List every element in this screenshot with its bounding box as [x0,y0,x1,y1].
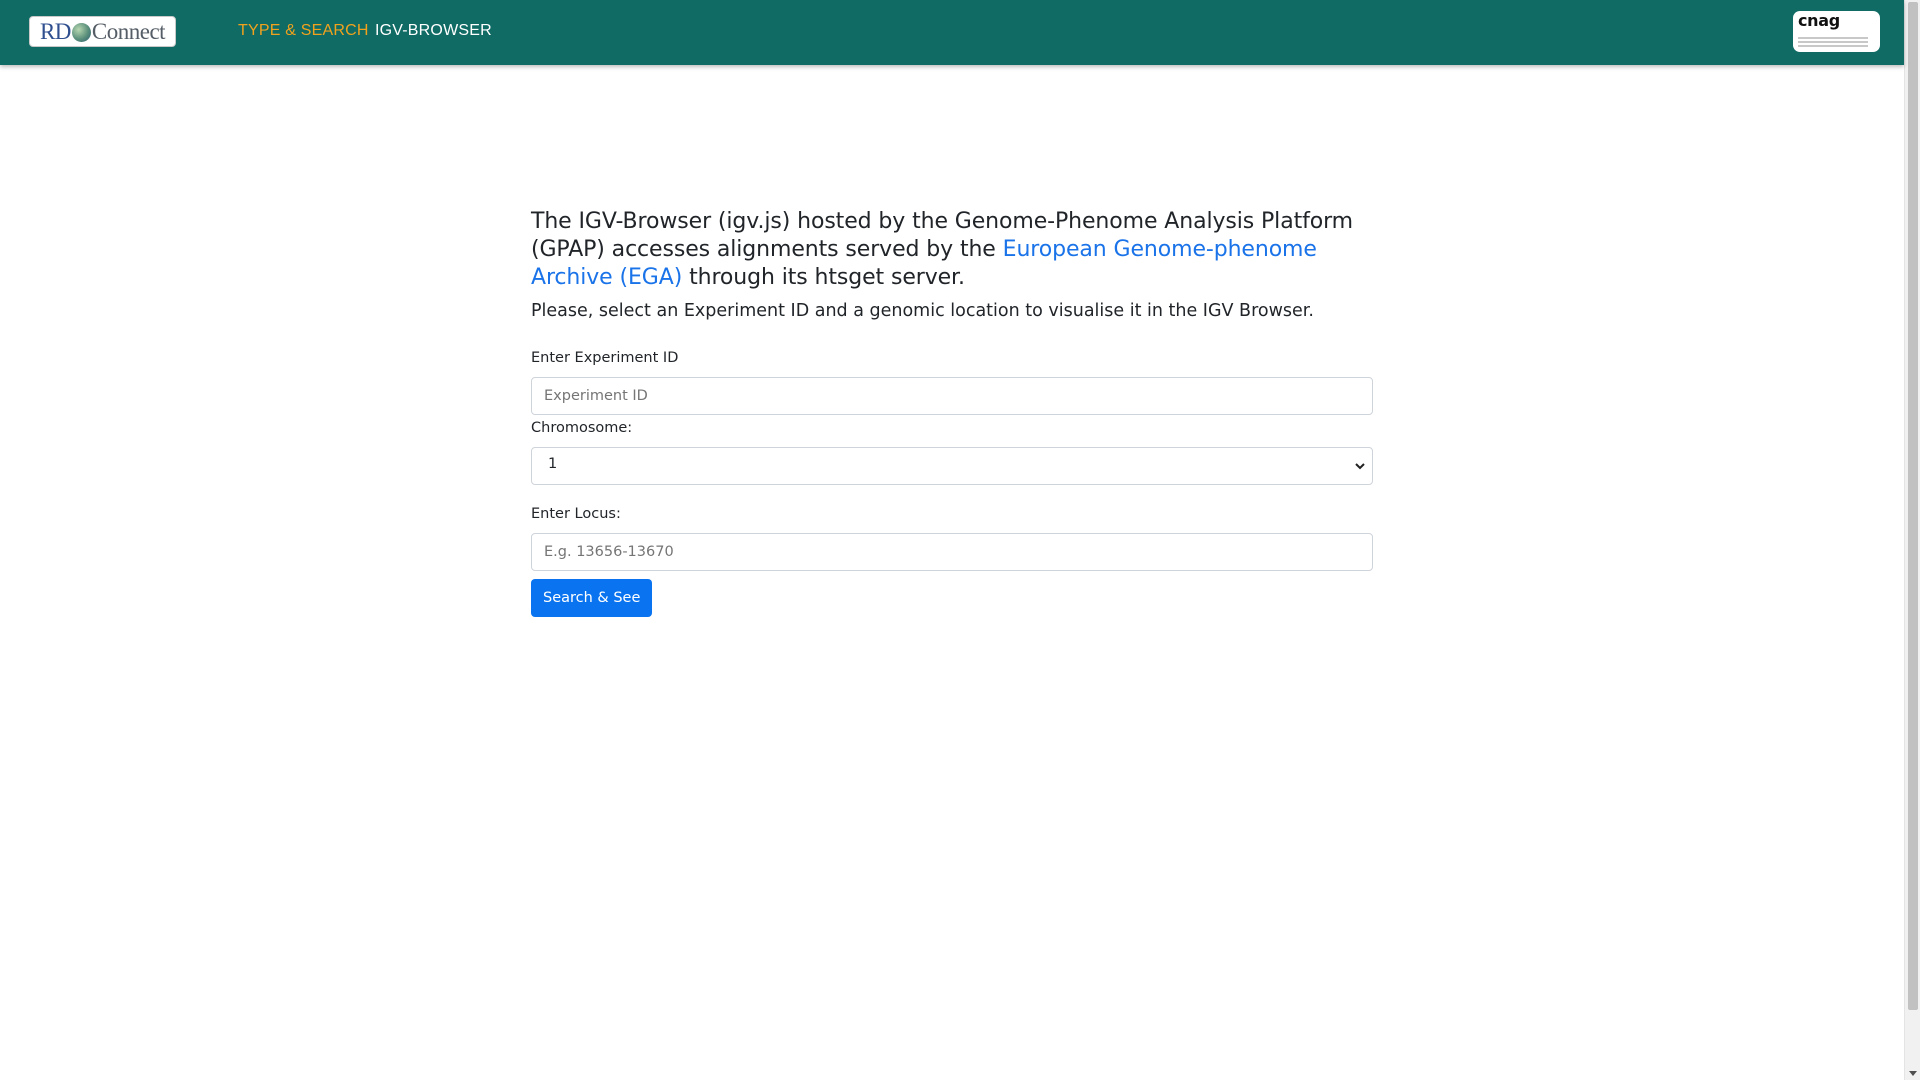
chromosome-label: Chromosome: [531,420,633,436]
intro-heading: The IGV-Browser (igv.js) hosted by the G… [531,208,1373,292]
instruction-text: Please, select an Experiment ID and a ge… [531,301,1314,321]
experiment-id-label: Enter Experiment ID [531,350,679,366]
vertical-scrollbar[interactable] [1904,0,1920,1080]
chevron-down-icon [1355,463,1365,470]
rd-connect-logo[interactable]: RD Connect [29,16,176,47]
nav-link-type-search[interactable]: TYPE & SEARCH [238,22,369,40]
globe-icon [71,23,91,42]
logo-connect-text: Connect [91,18,166,44]
experiment-id-input[interactable] [531,377,1373,415]
intro-heading-text-end: through its htsget server. [682,265,965,290]
scrollbar-thumb[interactable] [1908,2,1918,1010]
cnag-logo[interactable]: cnag [1793,11,1880,52]
nav-link-igv-browser[interactable]: IGV-BROWSER [375,22,492,40]
scroll-down-arrow-icon[interactable] [1909,1071,1917,1076]
locus-label: Enter Locus: [531,506,621,522]
page: RD Connect TYPE & SEARCH IGV-BROWSER cnag… [0,0,1920,1080]
search-and-see-button[interactable]: Search & See [531,579,653,617]
main-content: The IGV-Browser (igv.js) hosted by the G… [531,208,1373,617]
chromosome-select-wrapper: 1 [531,447,1373,485]
top-navbar: RD Connect TYPE & SEARCH IGV-BROWSER cnag [0,0,1904,65]
chromosome-select[interactable]: 1 [531,447,1373,485]
chromosome-selected-value: 1 [548,456,558,472]
logo-rd-text: RD [39,18,71,44]
cnag-logo-text: cnag [1798,11,1840,30]
cnag-logo-fineprint [1798,37,1876,47]
locus-input[interactable] [531,533,1373,571]
